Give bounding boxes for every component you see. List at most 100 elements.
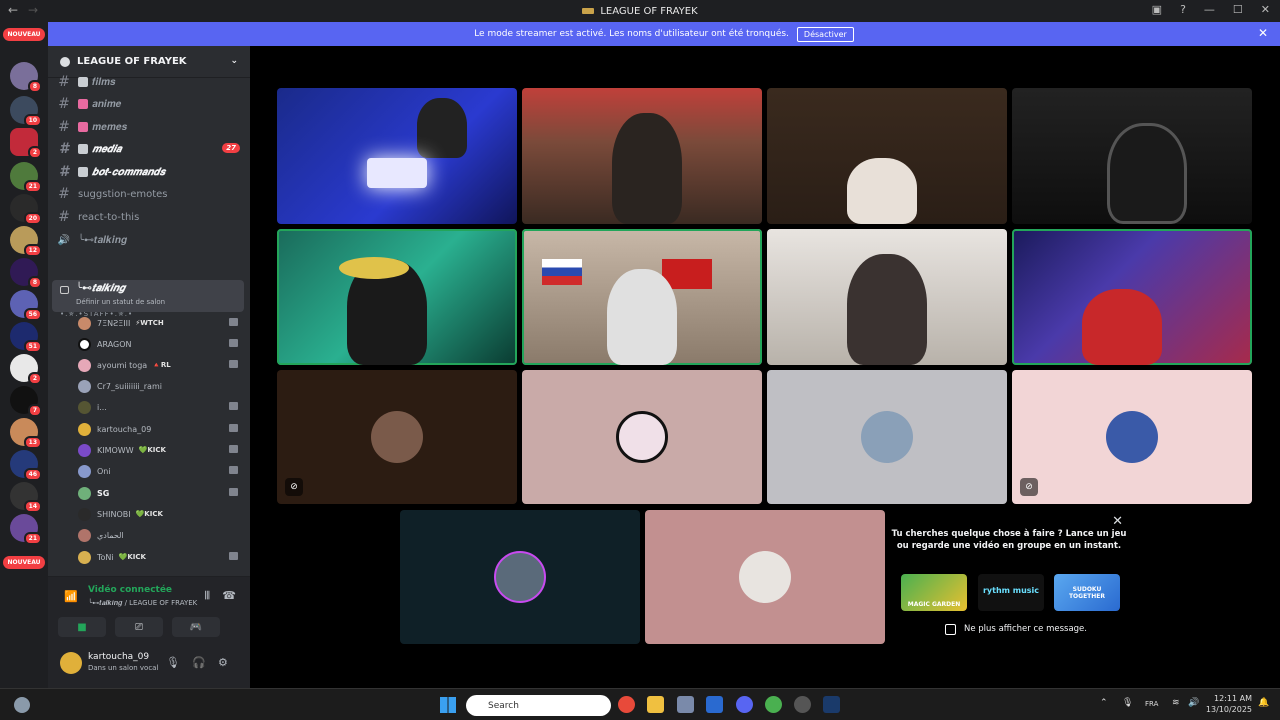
file-explorer-icon[interactable] [647,696,664,713]
volume-icon[interactable]: 🔊 [1188,698,1199,708]
voice-member[interactable]: 7ΞΝƧΞΙΙΙ ⚡WTCH [78,313,238,333]
clock[interactable]: 12:11 AM 13/10/2025 [1206,693,1252,715]
voice-member[interactable]: SHINOBI 💚KICK [78,504,238,524]
avatar-tile[interactable]: ⊘ [277,370,517,504]
video-tile-speaking[interactable] [1012,229,1252,365]
avatar-tile[interactable] [400,510,640,644]
avatar-tile[interactable]: ⊘ [1012,370,1252,504]
channel-media[interactable]: # 𝒎𝒆𝒅𝒊𝒂 27 [56,139,246,159]
outlook-icon[interactable] [706,696,723,713]
video-tile-speaking[interactable] [277,229,517,365]
video-tile[interactable] [767,229,1007,365]
settings-icon[interactable] [794,696,811,713]
tray-overflow-icon[interactable]: ⌃ [1100,698,1108,708]
server-icon[interactable]: 10 [10,96,42,127]
chrome-profile-icon[interactable] [765,696,782,713]
avatar-tile[interactable] [767,370,1007,504]
steam-icon[interactable] [823,696,840,713]
notification-bell-icon[interactable]: 🔔 [1258,698,1269,708]
minimize-icon[interactable]: — [1204,3,1215,16]
channel-react-to-this[interactable]: # react-to-this [56,207,246,227]
camera-button[interactable]: ■ [58,617,106,637]
game-card[interactable]: MAGIC GARDEN [901,574,967,611]
voice-member[interactable]: i... [78,397,238,417]
server-icon[interactable]: 8 [10,258,42,289]
settings-gear-icon[interactable]: ⚙ [218,656,228,669]
headphones-icon[interactable]: 🎧 [192,656,206,669]
voice-member[interactable]: SG [78,483,238,503]
voice-member[interactable]: Oni [78,461,238,481]
voice-member[interactable]: KIMOWW 💚KICK [78,440,238,460]
voice-member[interactable]: ToNi 💚KICK [78,547,238,567]
user-panel: kartoucha_09 Dans un salon vocal 🎙 🎧 ⚙ [48,642,250,688]
game-card[interactable]: SUDOKU TOGETHER [1054,574,1120,611]
video-tile[interactable] [1012,88,1252,224]
voice-member[interactable]: الحمادي [78,525,238,545]
avatar [78,528,91,542]
chrome-icon[interactable] [618,696,635,713]
server-icon[interactable]: 12 [10,226,42,257]
voice-member[interactable]: ARAGON [78,334,238,354]
dont-show-label[interactable]: Ne plus afficher ce message. [964,624,1087,634]
voice-location[interactable]: ╰⊷𝒕𝒂𝒍𝒌𝒊𝒏𝒈 / LEAGUE OF FRAYEK [88,599,197,608]
maximize-icon[interactable]: ☐ [1233,3,1243,16]
disconnect-icon[interactable]: ☎ [222,589,236,602]
inbox-icon[interactable]: ▣ [1152,3,1162,16]
wifi-icon[interactable]: ≋ [1172,698,1180,708]
close-icon[interactable]: ✕ [1112,514,1123,529]
server-icon[interactable]: 14 [10,482,42,513]
video-tile[interactable] [277,88,517,224]
discord-icon[interactable] [736,696,753,713]
game-card[interactable]: rythm music [978,574,1044,611]
server-icon[interactable]: 56 [10,290,42,321]
screen-share-button[interactable]: ⎚ [115,617,163,637]
voice-channel-talking[interactable]: 🔊 ╰⊷𝒕𝒂𝒍𝒌𝒊𝒏𝒈 [56,230,246,250]
server-icon[interactable]: 20 [10,194,42,225]
help-icon[interactable]: ? [1180,3,1186,16]
widgets-icon[interactable] [14,697,30,713]
voice-member-self[interactable]: kartoucha_09 [78,419,238,439]
avatar-tile[interactable] [645,510,885,644]
active-voice-channel[interactable]: ╰⊷𝒕𝒂𝒍𝒌𝒊𝒏𝒈 Définir un statut de salon [52,280,244,312]
dont-show-checkbox[interactable] [945,624,956,635]
channel-anime[interactable]: # 𝒂𝒏𝒊𝒎𝒆 [56,94,246,114]
voice-member[interactable]: ayoumi toga 🔺RL [78,355,238,375]
chevron-down-icon[interactable]: ⌄ [230,56,238,66]
server-icon-active[interactable]: 2 [10,128,42,159]
close-banner-icon[interactable]: ✕ [1258,26,1268,40]
server-icon[interactable]: 8 [10,62,42,93]
signal-icon[interactable]: 📶 [64,590,78,603]
server-icon[interactable]: 51 [10,322,42,353]
store-icon[interactable] [677,696,694,713]
server-icon[interactable]: 21 [10,162,42,193]
set-status-hint[interactable]: Définir un statut de salon [76,298,165,306]
activity-button[interactable]: 🎮 [172,617,220,637]
voice-member[interactable]: Cr7_suiiiiiii_rami [78,376,238,396]
server-icon[interactable]: 21 [10,514,42,545]
close-icon[interactable]: ✕ [1261,3,1270,16]
language-indicator[interactable]: FRA [1145,700,1158,708]
start-icon[interactable] [440,697,456,713]
video-tile[interactable] [522,88,762,224]
channel-films[interactable]: # 𝒇𝒊𝒍𝒎𝒔 [56,72,246,92]
channel-suggestion-emotes[interactable]: # suggstion-emotes [56,184,246,204]
avatar [78,337,91,351]
video-tile[interactable] [767,88,1007,224]
avatar[interactable] [60,652,82,674]
server-icon[interactable]: 7 [10,386,42,417]
microphone-tray-icon[interactable]: 🎙 [1122,698,1133,708]
server-icon[interactable]: 13 [10,418,42,449]
microphone-icon[interactable]: 🎙 [166,656,180,669]
taskbar-search[interactable]: Search [466,695,611,716]
channel-memes[interactable]: # 𝒎𝒆𝒎𝒆𝒔 [56,117,246,137]
channel-bot-commands[interactable]: # 𝒃𝒐𝒕-𝒄𝒐𝒎𝒎𝒂𝒏𝒅𝒔 [56,162,246,182]
server-icon[interactable]: 2 [10,354,42,385]
avatar-tile[interactable] [522,370,762,504]
server-icon[interactable]: 46 [10,450,42,481]
username[interactable]: kartoucha_09 [88,652,149,662]
forward-arrow-icon[interactable]: → [28,3,38,17]
video-tile-speaking[interactable] [522,229,762,365]
back-arrow-icon[interactable]: ← [8,3,18,17]
disable-streamer-button[interactable]: Désactiver [796,26,854,42]
noise-suppression-icon[interactable]: 𝄃𝄃 [205,589,210,603]
